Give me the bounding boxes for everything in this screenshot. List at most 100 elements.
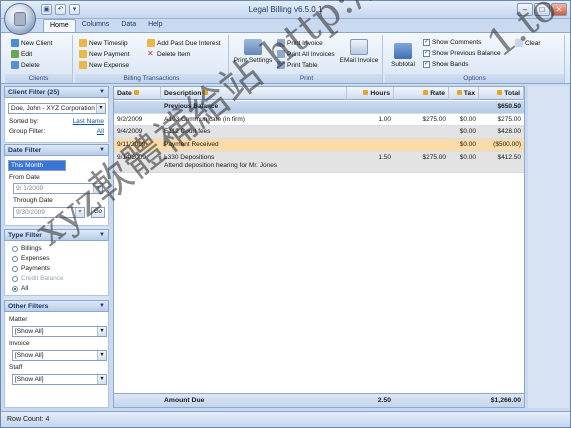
filter-pane: Client Filter (25) ▼ Doe, John - XYZ Corp… <box>4 86 109 408</box>
title-bar: ▣ ↶ ▾ Legal Billing v6.5.0.1 – □ ✕ <box>1 1 570 19</box>
column-header-total[interactable]: Total <box>479 87 524 100</box>
add-past-due-interest-button[interactable]: Add Past Due Interest <box>147 39 221 47</box>
new-client-icon <box>11 39 19 47</box>
invoice-select[interactable]: [Show All] ▼ <box>12 350 107 361</box>
delete-client-button[interactable]: Delete <box>11 61 40 69</box>
table-row[interactable]: 9/2/2009 A103 Communicate (in firm) 1.00… <box>114 114 524 126</box>
table-row[interactable]: 9/14/2009 L330 Depositions Attend deposi… <box>114 152 524 173</box>
print-all-invoices-button[interactable]: Print All Invoices <box>277 50 335 58</box>
edit-icon <box>11 50 19 58</box>
tab-columns[interactable]: Columns <box>76 19 116 33</box>
window-controls: – □ ✕ <box>517 3 567 16</box>
through-date-input[interactable]: 9/30/2009 ▼ <box>13 207 85 218</box>
edit-client-button[interactable]: Edit <box>11 50 32 58</box>
sort-icon <box>363 90 369 95</box>
email-icon <box>350 39 368 55</box>
column-header-hours[interactable]: Hours <box>347 87 394 100</box>
delete-item-button[interactable]: ✕ Delete Item <box>147 50 190 58</box>
sort-icon <box>497 90 503 95</box>
from-date-input[interactable]: 9/ 1/2009 ▼ <box>13 183 103 194</box>
show-bands-checkbox[interactable]: ✓ Show Bands <box>423 61 469 68</box>
other-filters-header[interactable]: Other Filters ▼ <box>4 300 109 312</box>
maximize-button[interactable]: □ <box>534 3 550 16</box>
tab-home[interactable]: Home <box>43 19 76 33</box>
printer-icon <box>244 39 262 55</box>
radio-billings[interactable]: Billings <box>12 245 42 252</box>
print-table-button[interactable]: Print Table <box>277 61 318 69</box>
group-filter-label: Group Filter: <box>9 128 46 135</box>
email-invoice-button[interactable]: EMail Invoice <box>337 39 381 64</box>
date-filter-body: This Month From Date 9/ 1/2009 ▼ Through … <box>4 156 109 226</box>
checkbox-checked-icon: ✓ <box>423 39 430 46</box>
type-filter-header[interactable]: Type Filter ▼ <box>4 229 109 241</box>
radio-off-icon <box>12 255 18 262</box>
radio-credit-balance: Credit Balance <box>12 275 64 282</box>
sorted-by-label: Sorted by: <box>9 118 39 125</box>
radio-payments[interactable]: Payments <box>12 265 50 272</box>
window-title: Legal Billing v6.5.0.1 <box>248 5 323 14</box>
group-billing-transactions: New Timeslip New Payment New Expense Add… <box>75 35 229 83</box>
group-options: Subtotal ✓ Show Comments ✓ Show Previous B… <box>385 35 565 83</box>
grid-header: Date Description Hours Rate Tax Total <box>114 87 524 100</box>
ribbon: New Client Edit Delete Clients New Times… <box>1 32 570 84</box>
group-label-clients: Clients <box>5 74 72 83</box>
radio-all[interactable]: All <box>12 285 28 292</box>
sort-icon <box>456 90 462 95</box>
print-settings-button[interactable]: Print Settings <box>233 39 273 64</box>
date-filter-header[interactable]: Date Filter ▼ <box>4 144 109 156</box>
chevron-down-icon: ▼ <box>99 147 105 153</box>
radio-off-icon <box>12 265 18 272</box>
client-filter-header[interactable]: Client Filter (25) ▼ <box>4 86 109 98</box>
calendar-dropdown-icon: ▼ <box>75 208 84 217</box>
sort-icon <box>203 90 209 95</box>
group-filter-link[interactable]: All <box>97 128 104 135</box>
new-payment-button[interactable]: New Payment <box>79 50 129 58</box>
show-previous-balance-checkbox[interactable]: ✓ Show Previous Balance <box>423 50 501 57</box>
previous-balance-row[interactable]: Previous Balance $650.50 <box>114 101 524 114</box>
sort-icon <box>423 90 429 95</box>
group-clients: New Client Edit Delete Clients <box>5 35 73 83</box>
chevron-down-icon: ▼ <box>99 232 105 238</box>
client-filter-body: Doe, John - XYZ Corporation ▼ Sorted by: … <box>4 98 109 143</box>
group-label-print: Print <box>231 74 382 83</box>
show-comments-checkbox[interactable]: ✓ Show Comments <box>423 39 482 46</box>
column-header-rate[interactable]: Rate <box>394 87 449 100</box>
right-panel-strip <box>528 86 569 408</box>
table-row-payment[interactable]: 9/11/2009 Payment Received $0.00 ($500.0… <box>114 139 524 152</box>
new-client-button[interactable]: New Client <box>11 39 52 47</box>
close-button[interactable]: ✕ <box>551 3 567 16</box>
dropdown-arrow-icon: ▼ <box>97 351 106 360</box>
row-count: Row Count: 4 <box>7 416 50 423</box>
subtotal-button[interactable]: Subtotal <box>387 43 419 68</box>
matter-label: Matter <box>9 316 28 323</box>
print-all-icon <box>277 50 285 58</box>
app-logo-icon <box>14 12 26 26</box>
new-expense-button[interactable]: New Expense <box>79 61 129 69</box>
chevron-down-icon: ▼ <box>99 303 105 309</box>
application-menu-button[interactable] <box>4 3 36 35</box>
dropdown-arrow-icon: ▼ <box>97 327 106 336</box>
date-preset-select[interactable]: This Month <box>8 160 66 171</box>
staff-select[interactable]: [Show All] ▼ <box>12 374 107 385</box>
sort-icon <box>133 90 139 95</box>
radio-off-icon <box>12 245 18 252</box>
through-date-label: Through Date <box>13 197 53 204</box>
client-select[interactable]: Doe, John - XYZ Corporation ▼ <box>8 103 106 114</box>
print-invoice-button[interactable]: Print Invoice <box>277 39 323 47</box>
go-button[interactable]: Go <box>91 207 105 218</box>
tab-help[interactable]: Help <box>142 19 168 33</box>
transactions-grid: Date Description Hours Rate Tax Total Pr… <box>113 86 525 408</box>
matter-select[interactable]: [Show All] ▼ <box>12 326 107 337</box>
sorted-by-link[interactable]: Last Name <box>73 118 104 125</box>
delete-client-icon <box>11 61 19 69</box>
column-header-tax[interactable]: Tax <box>449 87 479 100</box>
minimize-button[interactable]: – <box>517 3 533 16</box>
column-header-date[interactable]: Date <box>114 87 161 100</box>
column-header-description[interactable]: Description <box>161 87 347 100</box>
clear-button[interactable]: Clear <box>515 39 541 47</box>
radio-expenses[interactable]: Expenses <box>12 255 50 262</box>
new-timeslip-button[interactable]: New Timeslip <box>79 39 128 47</box>
expense-icon <box>79 61 87 69</box>
tab-data[interactable]: Data <box>115 19 142 33</box>
table-row[interactable]: 9/4/2009 E112 Court fees $0.00 $428.00 <box>114 126 524 139</box>
